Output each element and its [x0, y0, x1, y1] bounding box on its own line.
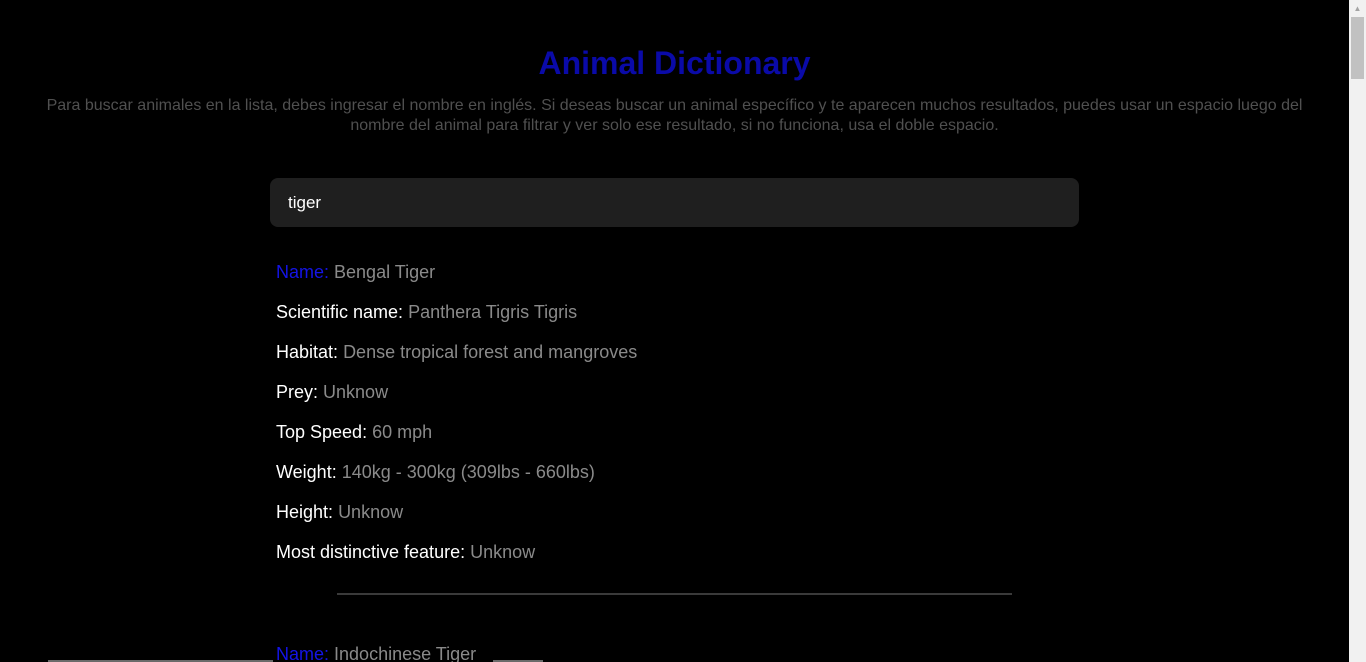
- result-divider: [337, 593, 1012, 595]
- name-row: Name: Indochinese Tiger: [276, 644, 1076, 662]
- scroll-thumb[interactable]: [1351, 17, 1364, 79]
- habitat-label: Habitat:: [276, 342, 339, 362]
- height-label: Height:: [276, 502, 334, 522]
- name-row: Name: Bengal Tiger: [276, 262, 1076, 302]
- scientific-name-value: Panthera Tigris Tigris: [408, 302, 578, 322]
- top-speed-row: Top Speed: 60 mph: [276, 422, 1076, 462]
- prey-row: Prey: Unknow: [276, 382, 1076, 422]
- scientific-name-label: Scientific name:: [276, 302, 404, 322]
- feature-value: Unknow: [470, 542, 536, 562]
- top-speed-label: Top Speed:: [276, 422, 368, 442]
- page: Animal Dictionary Para buscar animales e…: [0, 0, 1349, 662]
- name-label: Name:: [276, 262, 330, 282]
- name-value: Indochinese Tiger: [334, 644, 477, 662]
- feature-row: Most distinctive feature: Unknow: [276, 542, 1076, 582]
- search-input[interactable]: [270, 178, 1079, 227]
- page-title: Animal Dictionary: [538, 45, 811, 81]
- prey-label: Prey:: [276, 382, 319, 402]
- scientific-name-row: Scientific name: Panthera Tigris Tigris: [276, 302, 1076, 342]
- vertical-scrollbar[interactable]: ▲: [1349, 0, 1366, 662]
- name-value: Bengal Tiger: [334, 262, 436, 282]
- height-value: Unknow: [338, 502, 404, 522]
- scroll-up-arrow-icon[interactable]: ▲: [1349, 0, 1366, 17]
- top-speed-value: 60 mph: [372, 422, 433, 442]
- page-subtitle: Para buscar animales en la lista, debes …: [46, 97, 1303, 134]
- prey-value: Unknow: [323, 382, 389, 402]
- habitat-value: Dense tropical forest and mangroves: [343, 342, 638, 362]
- weight-label: Weight:: [276, 462, 337, 482]
- animal-card: Name: Bengal Tiger Scientific name: Pant…: [276, 262, 1076, 582]
- feature-label: Most distinctive feature:: [276, 542, 466, 562]
- name-label: Name:: [276, 644, 330, 662]
- weight-value: 140kg - 300kg (309lbs - 660lbs): [341, 462, 595, 482]
- habitat-row: Habitat: Dense tropical forest and mangr…: [276, 342, 1076, 382]
- animal-card: Name: Indochinese Tiger: [276, 644, 1076, 662]
- weight-row: Weight: 140kg - 300kg (309lbs - 660lbs): [276, 462, 1076, 502]
- height-row: Height: Unknow: [276, 502, 1076, 542]
